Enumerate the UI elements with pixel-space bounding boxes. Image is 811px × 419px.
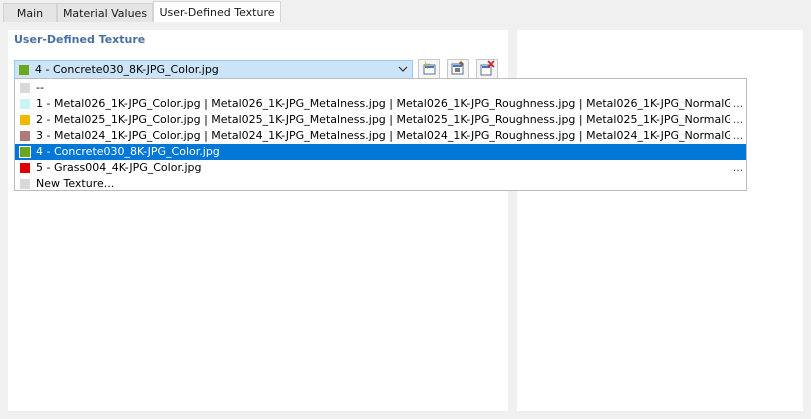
list-item[interactable]: --: [15, 80, 746, 96]
list-item-label: 3 - Metal024_1K-JPG_Color.jpg | Metal024…: [36, 129, 730, 142]
delete-texture-button[interactable]: [476, 59, 498, 80]
list-item-label: 4 - Concrete030_8K-JPG_Color.jpg: [36, 145, 220, 158]
list-item-label: --: [36, 81, 44, 94]
color-swatch: [20, 83, 30, 93]
list-item[interactable]: 3 - Metal024_1K-JPG_Color.jpg | Metal024…: [15, 128, 746, 144]
more-button[interactable]: ...: [730, 160, 746, 176]
list-item[interactable]: 1 - Metal026_1K-JPG_Color.jpg | Metal026…: [15, 96, 746, 112]
frame-right-border: [803, 22, 811, 419]
chevron-down-icon[interactable]: [394, 64, 412, 75]
frame-bottom-border: [0, 411, 811, 419]
list-item[interactable]: 5 - Grass004_4K-JPG_Color.jpg ...: [15, 160, 746, 176]
color-swatch: [19, 146, 31, 158]
more-button[interactable]: ...: [730, 96, 746, 112]
tab-user-defined-texture[interactable]: User-Defined Texture: [153, 1, 281, 23]
frame-left-border: [0, 22, 8, 419]
color-swatch: [20, 163, 30, 173]
list-item-label: New Texture...: [36, 177, 115, 190]
color-swatch: [20, 115, 30, 125]
more-button[interactable]: ...: [730, 128, 746, 144]
edit-texture-icon: [450, 60, 466, 79]
list-item-new-texture[interactable]: New Texture...: [15, 176, 746, 192]
texture-color-swatch: [19, 64, 29, 75]
tab-main[interactable]: Main: [3, 3, 57, 22]
frame-top-border: [0, 22, 811, 30]
delete-texture-icon: [479, 60, 495, 79]
new-texture-icon: [421, 60, 437, 79]
color-swatch: [20, 99, 30, 109]
tab-strip: Main Material Values User-Defined Textur…: [0, 0, 811, 23]
texture-dropdown-list: -- 1 - Metal026_1K-JPG_Color.jpg | Metal…: [14, 78, 747, 191]
list-item-label: 1 - Metal026_1K-JPG_Color.jpg | Metal026…: [36, 97, 730, 110]
texture-select-value: 4 - Concrete030_8K-JPG_Color.jpg: [35, 63, 219, 76]
more-button[interactable]: ...: [730, 112, 746, 128]
list-item-selected[interactable]: 4 - Concrete030_8K-JPG_Color.jpg: [15, 144, 746, 160]
color-swatch: [20, 131, 30, 141]
texture-select[interactable]: 4 - Concrete030_8K-JPG_Color.jpg: [14, 60, 413, 79]
section-title: User-Defined Texture: [14, 33, 146, 46]
list-item-label: 5 - Grass004_4K-JPG_Color.jpg: [36, 161, 202, 174]
list-item[interactable]: 2 - Metal025_1K-JPG_Color.jpg | Metal025…: [15, 112, 746, 128]
tab-material-values[interactable]: Material Values: [57, 3, 153, 22]
color-swatch: [20, 179, 30, 189]
list-item-label: 2 - Metal025_1K-JPG_Color.jpg | Metal025…: [36, 113, 730, 126]
edit-texture-button[interactable]: [447, 59, 469, 80]
new-texture-button[interactable]: [418, 59, 440, 80]
